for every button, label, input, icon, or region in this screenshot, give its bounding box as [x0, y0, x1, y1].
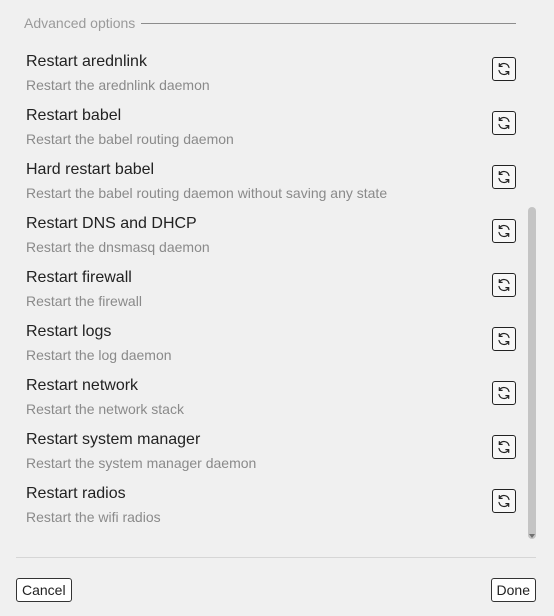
- option-row: Restart firewall Restart the firewall: [0, 268, 554, 322]
- refresh-icon: [496, 61, 512, 77]
- option-row: Restart logs Restart the log daemon: [0, 322, 554, 376]
- restart-button[interactable]: [492, 219, 516, 243]
- option-row: Restart babel Restart the babel routing d…: [0, 106, 554, 160]
- restart-button[interactable]: [492, 273, 516, 297]
- refresh-icon: [496, 439, 512, 455]
- option-title: Hard restart babel: [26, 161, 155, 178]
- option-title: Restart system manager: [26, 431, 201, 448]
- done-button[interactable]: Done: [490, 578, 536, 602]
- footer-divider: [16, 557, 536, 558]
- option-row: Restart arednlink Restart the arednlink d…: [0, 52, 554, 106]
- option-title: Restart radios: [26, 485, 126, 502]
- restart-button[interactable]: [492, 57, 516, 81]
- option-description: Restart the network stack: [26, 401, 184, 417]
- option-row: Restart DNS and DHCP Restart the dnsmasq …: [0, 214, 554, 268]
- refresh-icon: [496, 115, 512, 131]
- refresh-icon: [496, 385, 512, 401]
- refresh-icon: [496, 493, 512, 509]
- option-description: Restart the log daemon: [26, 347, 172, 363]
- option-title: Restart logs: [26, 323, 112, 340]
- option-description: Restart the babel routing daemon without…: [26, 185, 388, 201]
- refresh-icon: [496, 277, 512, 293]
- restart-button[interactable]: [492, 435, 516, 459]
- restart-button[interactable]: [492, 327, 516, 351]
- options-scroll-area[interactable]: Advanced options Restart arednlink Restar…: [0, 0, 554, 545]
- option-row: Hard restart babel Restart the babel rout…: [0, 160, 554, 214]
- options-list: Restart arednlink Restart the arednlink d…: [0, 52, 554, 538]
- restart-button[interactable]: [492, 165, 516, 189]
- section-header: Advanced options: [24, 14, 516, 32]
- option-row: Restart radios Restart the wifi radios: [0, 484, 554, 538]
- option-title: Restart DNS and DHCP: [26, 215, 197, 232]
- option-title: Restart firewall: [26, 269, 132, 286]
- advanced-options-dialog: Advanced options Restart arednlink Restar…: [0, 0, 554, 616]
- option-title: Restart network: [26, 377, 139, 394]
- scrollbar-track[interactable]: [528, 0, 536, 545]
- refresh-icon: [496, 223, 512, 239]
- scrollbar-thumb[interactable]: [528, 207, 536, 539]
- option-title: Restart arednlink: [26, 53, 147, 70]
- cancel-button[interactable]: Cancel: [16, 578, 72, 602]
- option-description: Restart the system manager daemon: [26, 455, 257, 471]
- scroll-down-arrow-icon[interactable]: [529, 534, 535, 538]
- restart-button[interactable]: [492, 111, 516, 135]
- option-description: Restart the arednlink daemon: [26, 77, 210, 93]
- option-description: Restart the wifi radios: [26, 509, 161, 525]
- option-row: Restart network Restart the network stack: [0, 376, 554, 430]
- option-title: Restart babel: [26, 107, 122, 124]
- refresh-icon: [496, 169, 512, 185]
- refresh-icon: [496, 331, 512, 347]
- option-description: Restart the babel routing daemon: [26, 131, 234, 147]
- section-divider: [141, 22, 516, 24]
- option-description: Restart the firewall: [26, 293, 142, 309]
- restart-button[interactable]: [492, 381, 516, 405]
- section-title: Advanced options: [24, 15, 136, 31]
- restart-button[interactable]: [492, 489, 516, 513]
- option-row: Restart system manager Restart the system…: [0, 430, 554, 484]
- option-description: Restart the dnsmasq daemon: [26, 239, 210, 255]
